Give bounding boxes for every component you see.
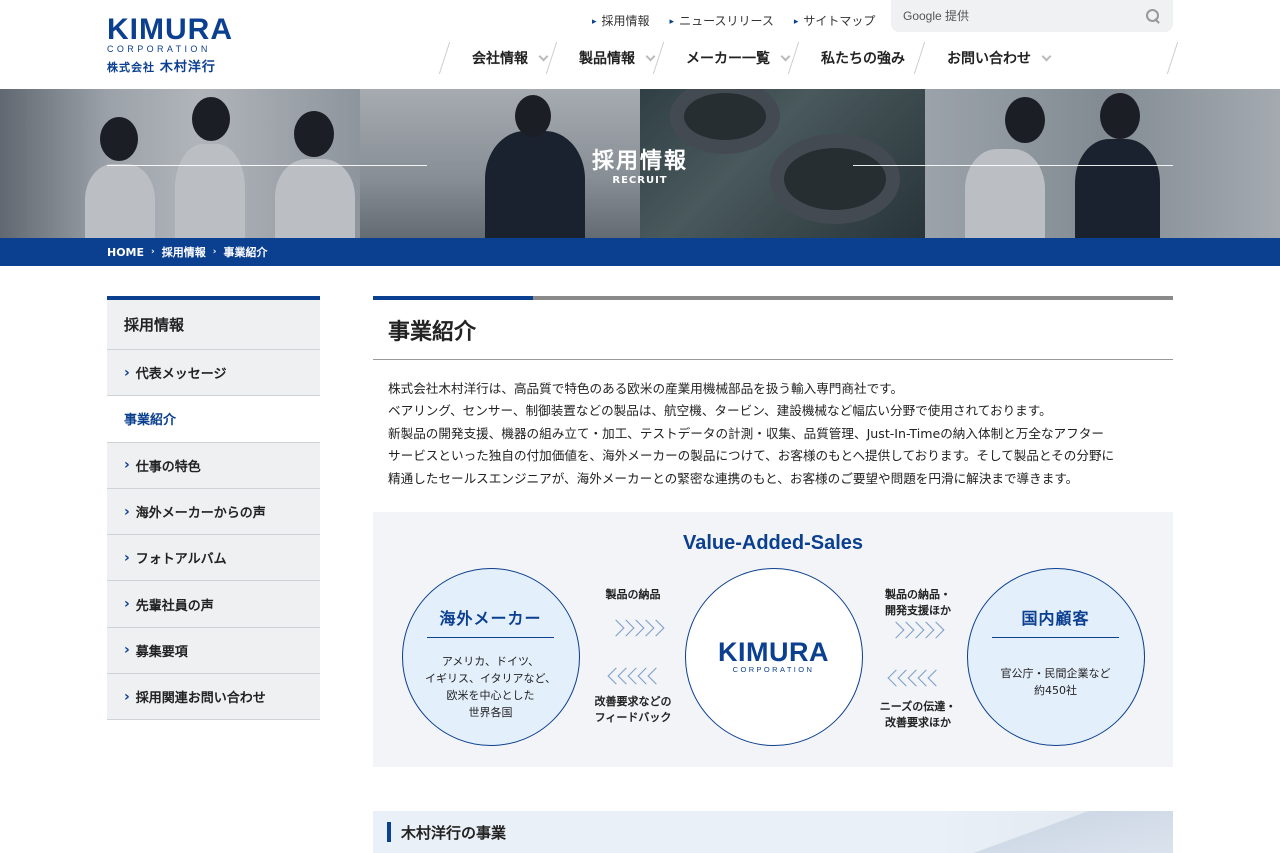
kimura-logo-sub: CORPORATION xyxy=(732,665,815,674)
hero-title: 採用情報 xyxy=(591,149,688,174)
company-logo[interactable]: KIMURA CORPORATION 株式会社 木村洋行 xyxy=(107,13,233,76)
sidebar-item-features[interactable]: 仕事の特色 xyxy=(107,442,320,489)
section-title: 木村洋行の事業 xyxy=(401,823,507,842)
sidebar-item-voices[interactable]: 海外メーカーからの声 xyxy=(107,488,320,536)
util-link-sitemap[interactable]: サイトマップ xyxy=(794,12,875,29)
util-link-news[interactable]: ニュースリリース xyxy=(670,12,774,29)
flow-label-lr-top: 製品の納品 xyxy=(605,588,661,601)
heading-accent-bar xyxy=(373,296,1173,300)
global-nav: 会社情報 製品情報 メーカー一覧 私たちの強み お問い合わせ xyxy=(440,42,1052,74)
page-title: 事業紹介 xyxy=(373,300,1173,360)
intro-line: ベアリング、センサー、制御装置などの製品は、航空機、タービン、建設機械など幅広い… xyxy=(388,403,1052,419)
kimura-logo: KIMURA CORPORATION xyxy=(686,637,861,675)
intro-text: 株式会社木村洋行は、高品質で特色のある欧米の産業用機械部品を扱う輸入専門商社です… xyxy=(373,360,1173,490)
circle-domestic-customers: 国内顧客 官公庁・民間企業など 約450社 xyxy=(967,568,1145,746)
section-decoration xyxy=(953,811,1173,853)
intro-line: 精通したセールスエンジニアが、海外メーカーとの緊密な連携のもと、お客様のご要望や… xyxy=(388,470,1079,486)
chevron-down-icon xyxy=(1041,51,1052,61)
nav-products[interactable]: 製品情報 xyxy=(547,42,656,74)
section-accent xyxy=(387,822,391,842)
logo-jp-prefix: 株式会社 xyxy=(107,61,155,74)
arrow-left-icon xyxy=(607,667,665,685)
nav-company-label: 会社情報 xyxy=(472,51,528,67)
nav-contact-label: お問い合わせ xyxy=(947,51,1031,67)
circle-kimura: KIMURA CORPORATION xyxy=(685,568,863,746)
main-content: 事業紹介 株式会社木村洋行は、高品質で特色のある欧米の産業用機械部品を扱う輸入専… xyxy=(373,296,1173,767)
logo-jp-name: 木村洋行 xyxy=(159,60,216,75)
diagram-title: Value-Added-Sales xyxy=(682,532,864,554)
sidebar-item-photo[interactable]: フォトアルバム xyxy=(107,535,320,582)
breadcrumb-home[interactable]: HOME xyxy=(107,246,144,259)
intro-line: 株式会社木村洋行は、高品質で特色のある欧米の産業用機械部品を扱う輸入専門商社です… xyxy=(388,381,904,396)
kimura-logo-main: KIMURA xyxy=(718,637,829,667)
breadcrumb-current: 事業紹介 xyxy=(223,246,268,259)
nav-contact[interactable]: お問い合わせ xyxy=(915,42,1052,74)
circle-left-body: アメリカ、ドイツ、 イギリス、イタリアなど、 欧米を中心とした 世界各国 xyxy=(424,655,556,719)
site-search xyxy=(891,0,1173,32)
intro-line: サービスといった独自の付加価値を、海外メーカーの製品につけて、お客様のもとへ提供… xyxy=(388,448,1115,464)
logo-japanese: 株式会社 木村洋行 xyxy=(107,56,227,75)
breadcrumb-recruit[interactable]: 採用情報 xyxy=(162,244,206,260)
circle-left-heading: 海外メーカー xyxy=(427,605,554,638)
circle-right-heading: 国内顧客 xyxy=(992,605,1119,638)
sidebar-title[interactable]: 採用情報 xyxy=(107,296,320,350)
nav-company[interactable]: 会社情報 xyxy=(440,42,549,74)
flow-label-rl-top: 製品の納品・ 開発支援ほか xyxy=(885,588,951,617)
nav-strengths[interactable]: 私たちの強み xyxy=(789,42,915,74)
breadcrumb: HOME › 採用情報 › 事業紹介 xyxy=(0,238,1280,266)
utility-links: 採用情報 ニュースリリース サイトマップ xyxy=(592,12,876,29)
circle-overseas-makers: 海外メーカー アメリカ、ドイツ、 イギリス、イタリアなど、 欧米を中心とした 世… xyxy=(402,568,580,746)
flow-label-lr-bottom: 改善要求などの フィードバック xyxy=(594,695,672,724)
search-input[interactable] xyxy=(903,9,1145,23)
logo-subtitle: CORPORATION xyxy=(107,44,211,54)
hero-subtitle: RECRUIT xyxy=(612,175,668,186)
util-link-recruit[interactable]: 採用情報 xyxy=(592,12,650,29)
hero-banner: 採用情報 RECRUIT xyxy=(0,89,1280,238)
value-added-sales-diagram: Value-Added-Sales 海外メーカー アメリカ、ドイツ、 イギリス、… xyxy=(373,512,1173,767)
sidebar: 採用情報 代表メッセージ 事業紹介 仕事の特色 海外メーカーからの声 フォトアル… xyxy=(107,296,320,721)
sidebar-item-requirements[interactable]: 募集要項 xyxy=(107,627,320,675)
circle-right-body: 官公庁・民間企業など 約450社 xyxy=(1000,667,1111,697)
breadcrumb-separator-icon: › xyxy=(212,247,217,257)
nav-strengths-label: 私たちの強み xyxy=(821,51,905,67)
sidebar-item-business[interactable]: 事業紹介 xyxy=(107,396,320,443)
arrow-right-icon xyxy=(607,619,665,637)
section-heading-business: 木村洋行の事業 xyxy=(373,811,1173,853)
sidebar-item-inquiry[interactable]: 採用関連お問い合わせ xyxy=(107,674,320,721)
search-icon[interactable] xyxy=(1145,8,1161,24)
logo-wordmark: KIMURA xyxy=(107,13,233,46)
arrow-left-icon xyxy=(887,669,945,687)
intro-line: 新製品の開発支援、機器の組み立て・加工、テストデータの計測・収集、品質管理、Ju… xyxy=(388,425,1104,441)
sidebar-item-staff[interactable]: 先輩社員の声 xyxy=(107,581,320,628)
sidebar-item-message[interactable]: 代表メッセージ xyxy=(107,350,320,397)
flow-label-rl-bottom: ニーズの伝達・ 改善要求ほか xyxy=(879,700,957,729)
arrow-right-icon xyxy=(887,621,945,639)
breadcrumb-separator-icon: › xyxy=(151,247,155,257)
nav-products-label: 製品情報 xyxy=(579,51,635,67)
nav-divider xyxy=(1166,42,1179,74)
nav-makers[interactable]: メーカー一覧 xyxy=(654,42,791,74)
nav-makers-label: メーカー一覧 xyxy=(686,51,770,67)
